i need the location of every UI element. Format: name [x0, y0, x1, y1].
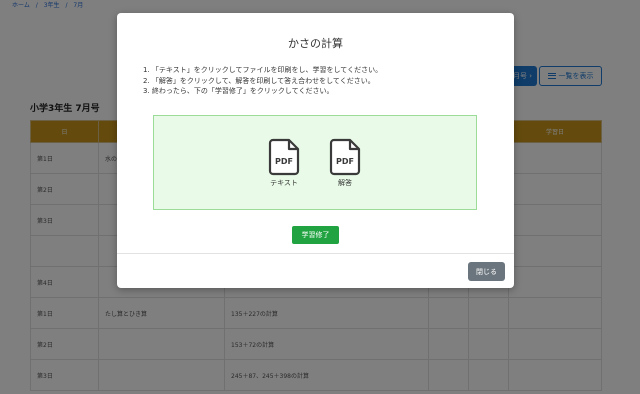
- instruction-item: 3. 終わったら、下の「学習修了」をクリックしてください。: [143, 87, 334, 95]
- pdf-download-area: PDF テキスト PDF 解答: [153, 115, 477, 210]
- pdf-icon-text: PDF: [336, 157, 354, 166]
- pdf-icon-text: PDF: [275, 157, 293, 166]
- answer-pdf-link[interactable]: PDF 解答: [325, 138, 365, 188]
- text-pdf-label: テキスト: [270, 179, 298, 187]
- modal-title: かさの計算: [288, 37, 343, 50]
- instruction-item: 1. 「テキスト」をクリックしてファイルを印刷をし、学習をしてください。: [143, 66, 383, 74]
- study-modal: かさの計算 1. 「テキスト」をクリックしてファイルを印刷をし、学習をしてくださ…: [117, 13, 514, 288]
- text-pdf-link[interactable]: PDF テキスト: [264, 138, 304, 188]
- pdf-file-icon: PDF: [329, 138, 361, 176]
- close-button[interactable]: 閉じる: [468, 262, 505, 281]
- instructions-list: 1. 「テキスト」をクリックしてファイルを印刷をし、学習をしてください。 2. …: [143, 65, 382, 97]
- modal-footer-divider: [117, 253, 514, 254]
- instruction-item: 2. 「解答」をクリックして、解答を印刷して答え合わせをしてください。: [143, 76, 375, 85]
- answer-pdf-label: 解答: [338, 179, 352, 187]
- study-complete-button[interactable]: 学習修了: [292, 226, 339, 244]
- pdf-file-icon: PDF: [268, 138, 300, 176]
